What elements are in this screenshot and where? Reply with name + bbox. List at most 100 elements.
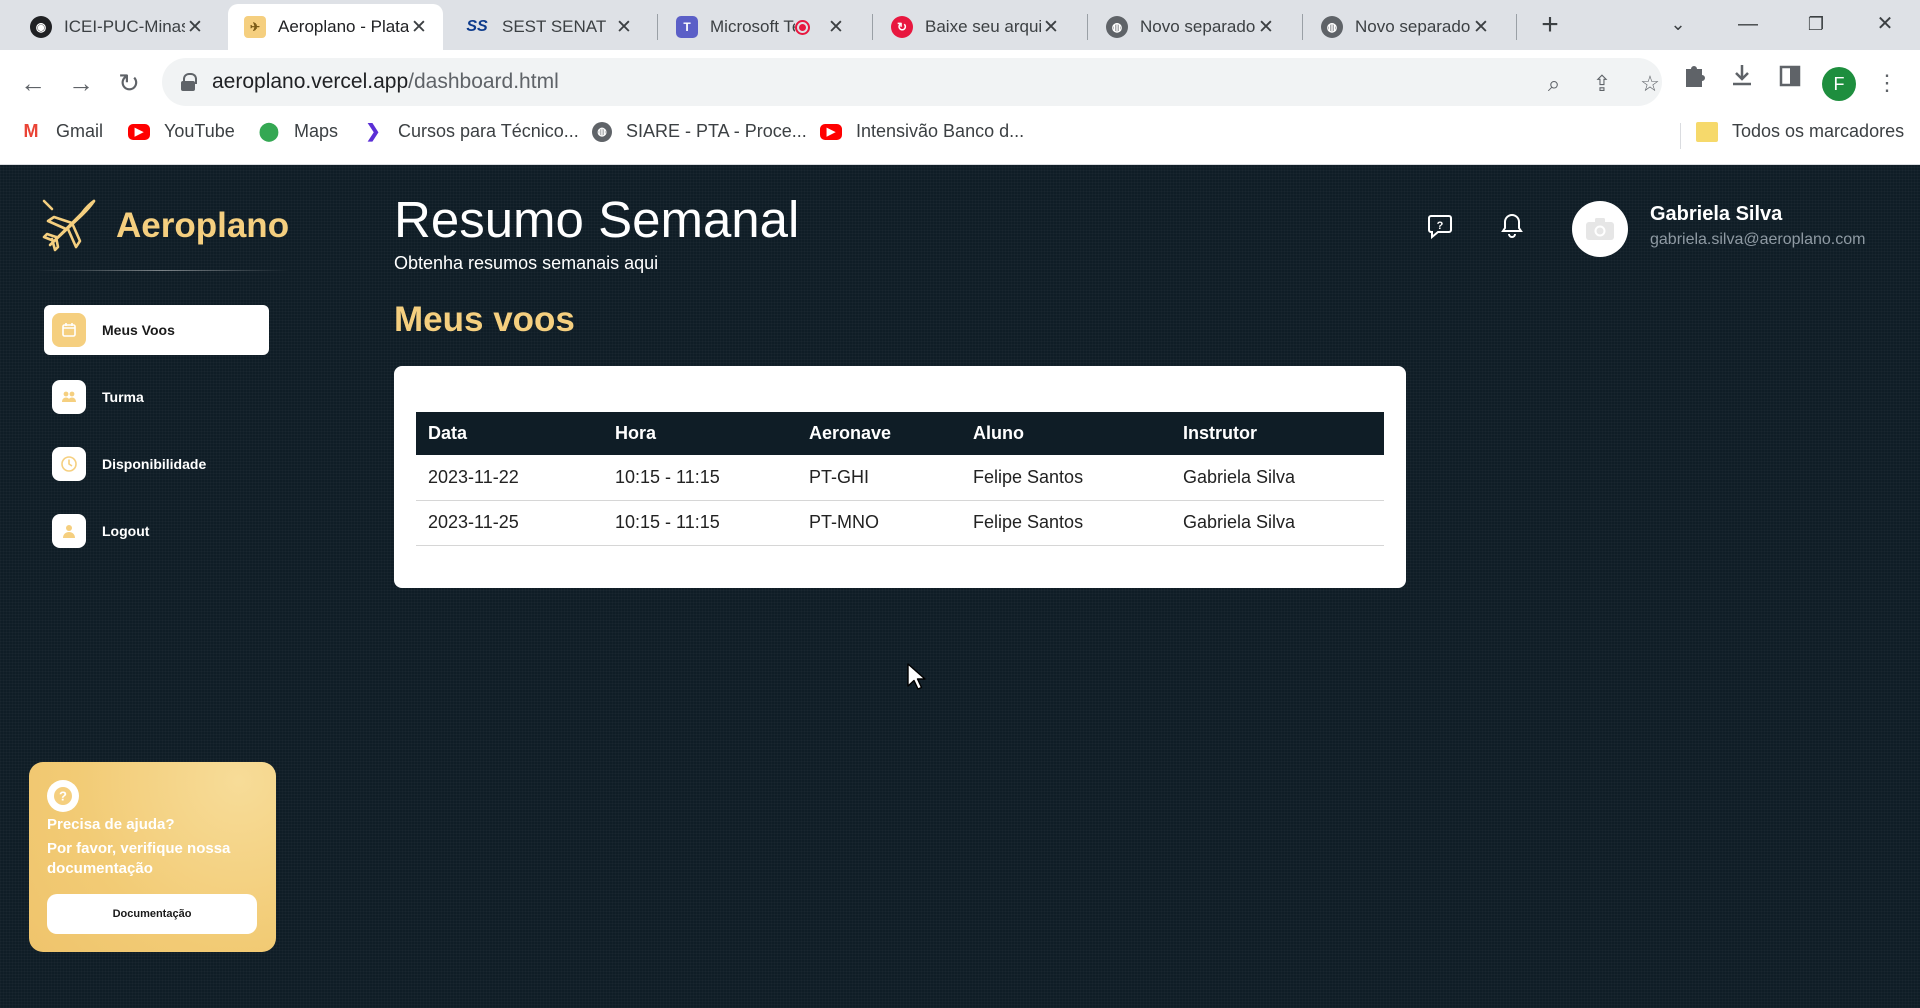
restore-button[interactable]: ❐ — [1786, 6, 1846, 42]
bookmarks-bar: M Gmail ▶ YouTube ⬤ Maps ❯ Cursos para T… — [0, 117, 1920, 151]
youtube-icon: ▶ — [128, 123, 150, 140]
bookmark-star-icon[interactable]: ☆ — [1632, 66, 1668, 102]
sest-senat-icon: SS — [466, 18, 488, 35]
teams-icon: T — [676, 16, 698, 38]
documentation-button[interactable]: Documentação — [47, 894, 257, 934]
user-email: gabriela.silva@aeroplano.com — [1650, 231, 1866, 248]
share-icon[interactable]: ⇪ — [1584, 66, 1620, 102]
clock-icon — [52, 447, 86, 481]
forward-button[interactable]: → — [64, 66, 98, 100]
browser-tab[interactable]: T Microsoft Teams ✕ — [660, 4, 860, 50]
close-tab-icon[interactable]: ✕ — [1041, 16, 1061, 39]
calendar-icon — [52, 313, 86, 347]
bookmark-gmail[interactable]: M Gmail — [20, 121, 104, 142]
brand-name: Aeroplano — [116, 206, 290, 245]
bookmark-youtube[interactable]: ▶ YouTube — [128, 121, 235, 142]
table-row: 2023-11-25 10:15 - 11:15 PT-MNO Felipe S… — [416, 500, 1384, 546]
browser-tab-strip: ◉ ICEI-PUC-Minas ✕ ✈ Aeroplano - Platafo… — [0, 0, 1920, 50]
sidebar-item-disponibilidade[interactable]: Disponibilidade — [44, 439, 269, 489]
gmail-icon: M — [23, 121, 39, 141]
globe-icon: ◍ — [592, 121, 612, 142]
close-tab-icon[interactable]: ✕ — [1256, 16, 1276, 39]
aeroplano-favicon: ✈ — [244, 16, 266, 38]
question-icon: ? — [47, 780, 79, 812]
side-panel-icon[interactable] — [1772, 58, 1808, 94]
table-header-row: Data Hora Aeronave Aluno Instrutor — [416, 412, 1384, 455]
browser-menu-icon[interactable]: ⋮ — [1870, 66, 1904, 100]
column-header-aluno: Aluno — [961, 412, 1171, 455]
profile-avatar[interactable]: F — [1822, 67, 1856, 101]
airplane-logo-icon — [42, 199, 96, 252]
column-header-instrutor: Instrutor — [1171, 412, 1384, 455]
address-bar[interactable]: aeroplano.vercel.app/dashboard.html ⌕ ⇪ … — [162, 58, 1662, 106]
tab-separator — [872, 14, 873, 40]
column-header-aeronave: Aeronave — [797, 412, 961, 455]
bookmark-intensivao[interactable]: ▶ Intensivão Banco d... — [820, 121, 1024, 142]
browser-tab[interactable]: ◍ Novo separador ✕ — [1090, 4, 1290, 50]
sidebar-item-logout[interactable]: Logout — [44, 506, 269, 556]
tab-separator — [657, 14, 658, 40]
sidebar-item-turma[interactable]: Turma — [44, 372, 269, 422]
recording-indicator-icon — [795, 19, 810, 35]
help-text: Por favor, verifique nossa documentação — [47, 840, 231, 877]
tab-search-icon[interactable]: ⌄ — [1648, 6, 1708, 42]
close-tab-icon[interactable]: ✕ — [1471, 16, 1491, 39]
new-tab-button[interactable]: + — [1535, 8, 1565, 42]
tab-separator — [1087, 14, 1088, 40]
close-tab-icon[interactable]: ✕ — [409, 16, 429, 39]
browser-tab[interactable]: ◍ Novo separador ✕ — [1305, 4, 1505, 50]
close-window-button[interactable]: ✕ — [1855, 6, 1915, 42]
browser-tab[interactable]: ↻ Baixe seu arquivo ✕ — [875, 4, 1075, 50]
bookmark-siare[interactable]: ◍ SIARE - PTA - Proce... — [592, 121, 807, 142]
close-tab-icon[interactable]: ✕ — [614, 16, 634, 39]
minimize-button[interactable]: — — [1718, 6, 1778, 42]
dashboard-page: Aeroplano Meus Voos Turma Disponibilidad… — [0, 165, 1920, 1008]
cell-instrutor: Gabriela Silva — [1171, 455, 1384, 501]
folder-icon — [1696, 121, 1718, 142]
cell-instrutor: Gabriela Silva — [1171, 500, 1384, 546]
help-chat-icon[interactable]: ? — [1423, 209, 1457, 243]
help-title: Precisa de ajuda? — [47, 816, 175, 833]
cell-aeronave: PT-GHI — [797, 455, 961, 501]
close-tab-icon[interactable]: ✕ — [826, 16, 846, 39]
cursos-icon: ❯ — [365, 121, 381, 141]
close-tab-icon[interactable]: ✕ — [185, 16, 205, 39]
flights-card: Data Hora Aeronave Aluno Instrutor 2023-… — [394, 366, 1406, 588]
flights-table: Data Hora Aeronave Aluno Instrutor 2023-… — [416, 412, 1384, 546]
globe-icon: ◍ — [1106, 16, 1128, 38]
sidebar-item-meus-voos[interactable]: Meus Voos — [44, 305, 269, 355]
youtube-icon: ▶ — [820, 123, 842, 140]
reload-button[interactable]: ↻ — [112, 66, 146, 100]
camera-icon — [1586, 218, 1614, 240]
section-title: Meus voos — [394, 300, 575, 339]
cell-hora: 10:15 - 11:15 — [603, 455, 797, 501]
download-icon[interactable] — [1724, 58, 1760, 94]
cell-data: 2023-11-22 — [416, 455, 603, 501]
avatar[interactable] — [1572, 201, 1628, 257]
svg-text:?: ? — [1437, 220, 1444, 232]
back-button[interactable]: ← — [16, 66, 50, 100]
tab-separator — [1516, 14, 1517, 40]
sidebar-divider — [34, 270, 290, 271]
brand-logo[interactable]: Aeroplano — [36, 193, 289, 259]
browser-tab[interactable]: ◉ ICEI-PUC-Minas ✕ — [14, 4, 219, 50]
notification-bell-icon[interactable] — [1495, 209, 1529, 243]
zoom-icon[interactable]: ⌕ — [1536, 66, 1572, 102]
cell-aeronave: PT-MNO — [797, 500, 961, 546]
cell-hora: 10:15 - 11:15 — [603, 500, 797, 546]
help-card: ? Precisa de ajuda? Por favor, verifique… — [29, 762, 276, 952]
url-text: aeroplano.vercel.app/dashboard.html — [212, 70, 559, 93]
all-bookmarks-folder[interactable]: Todos os marcadores — [1696, 121, 1904, 142]
browser-tab[interactable]: SS SEST SENAT ✕ — [448, 4, 648, 50]
page-subtitle: Obtenha resumos semanais aqui — [394, 253, 659, 273]
bookmark-cursos[interactable]: ❯ Cursos para Técnico... — [362, 121, 578, 142]
browser-tab-active[interactable]: ✈ Aeroplano - Plataforma ✕ — [228, 4, 443, 50]
column-header-data: Data — [416, 412, 603, 455]
cell-data: 2023-11-25 — [416, 500, 603, 546]
extensions-icon[interactable] — [1676, 58, 1712, 94]
column-header-hora: Hora — [603, 412, 797, 455]
lock-icon — [181, 73, 197, 91]
group-icon — [52, 380, 86, 414]
maps-icon: ⬤ — [258, 121, 280, 141]
bookmark-maps[interactable]: ⬤ Maps — [258, 121, 338, 142]
